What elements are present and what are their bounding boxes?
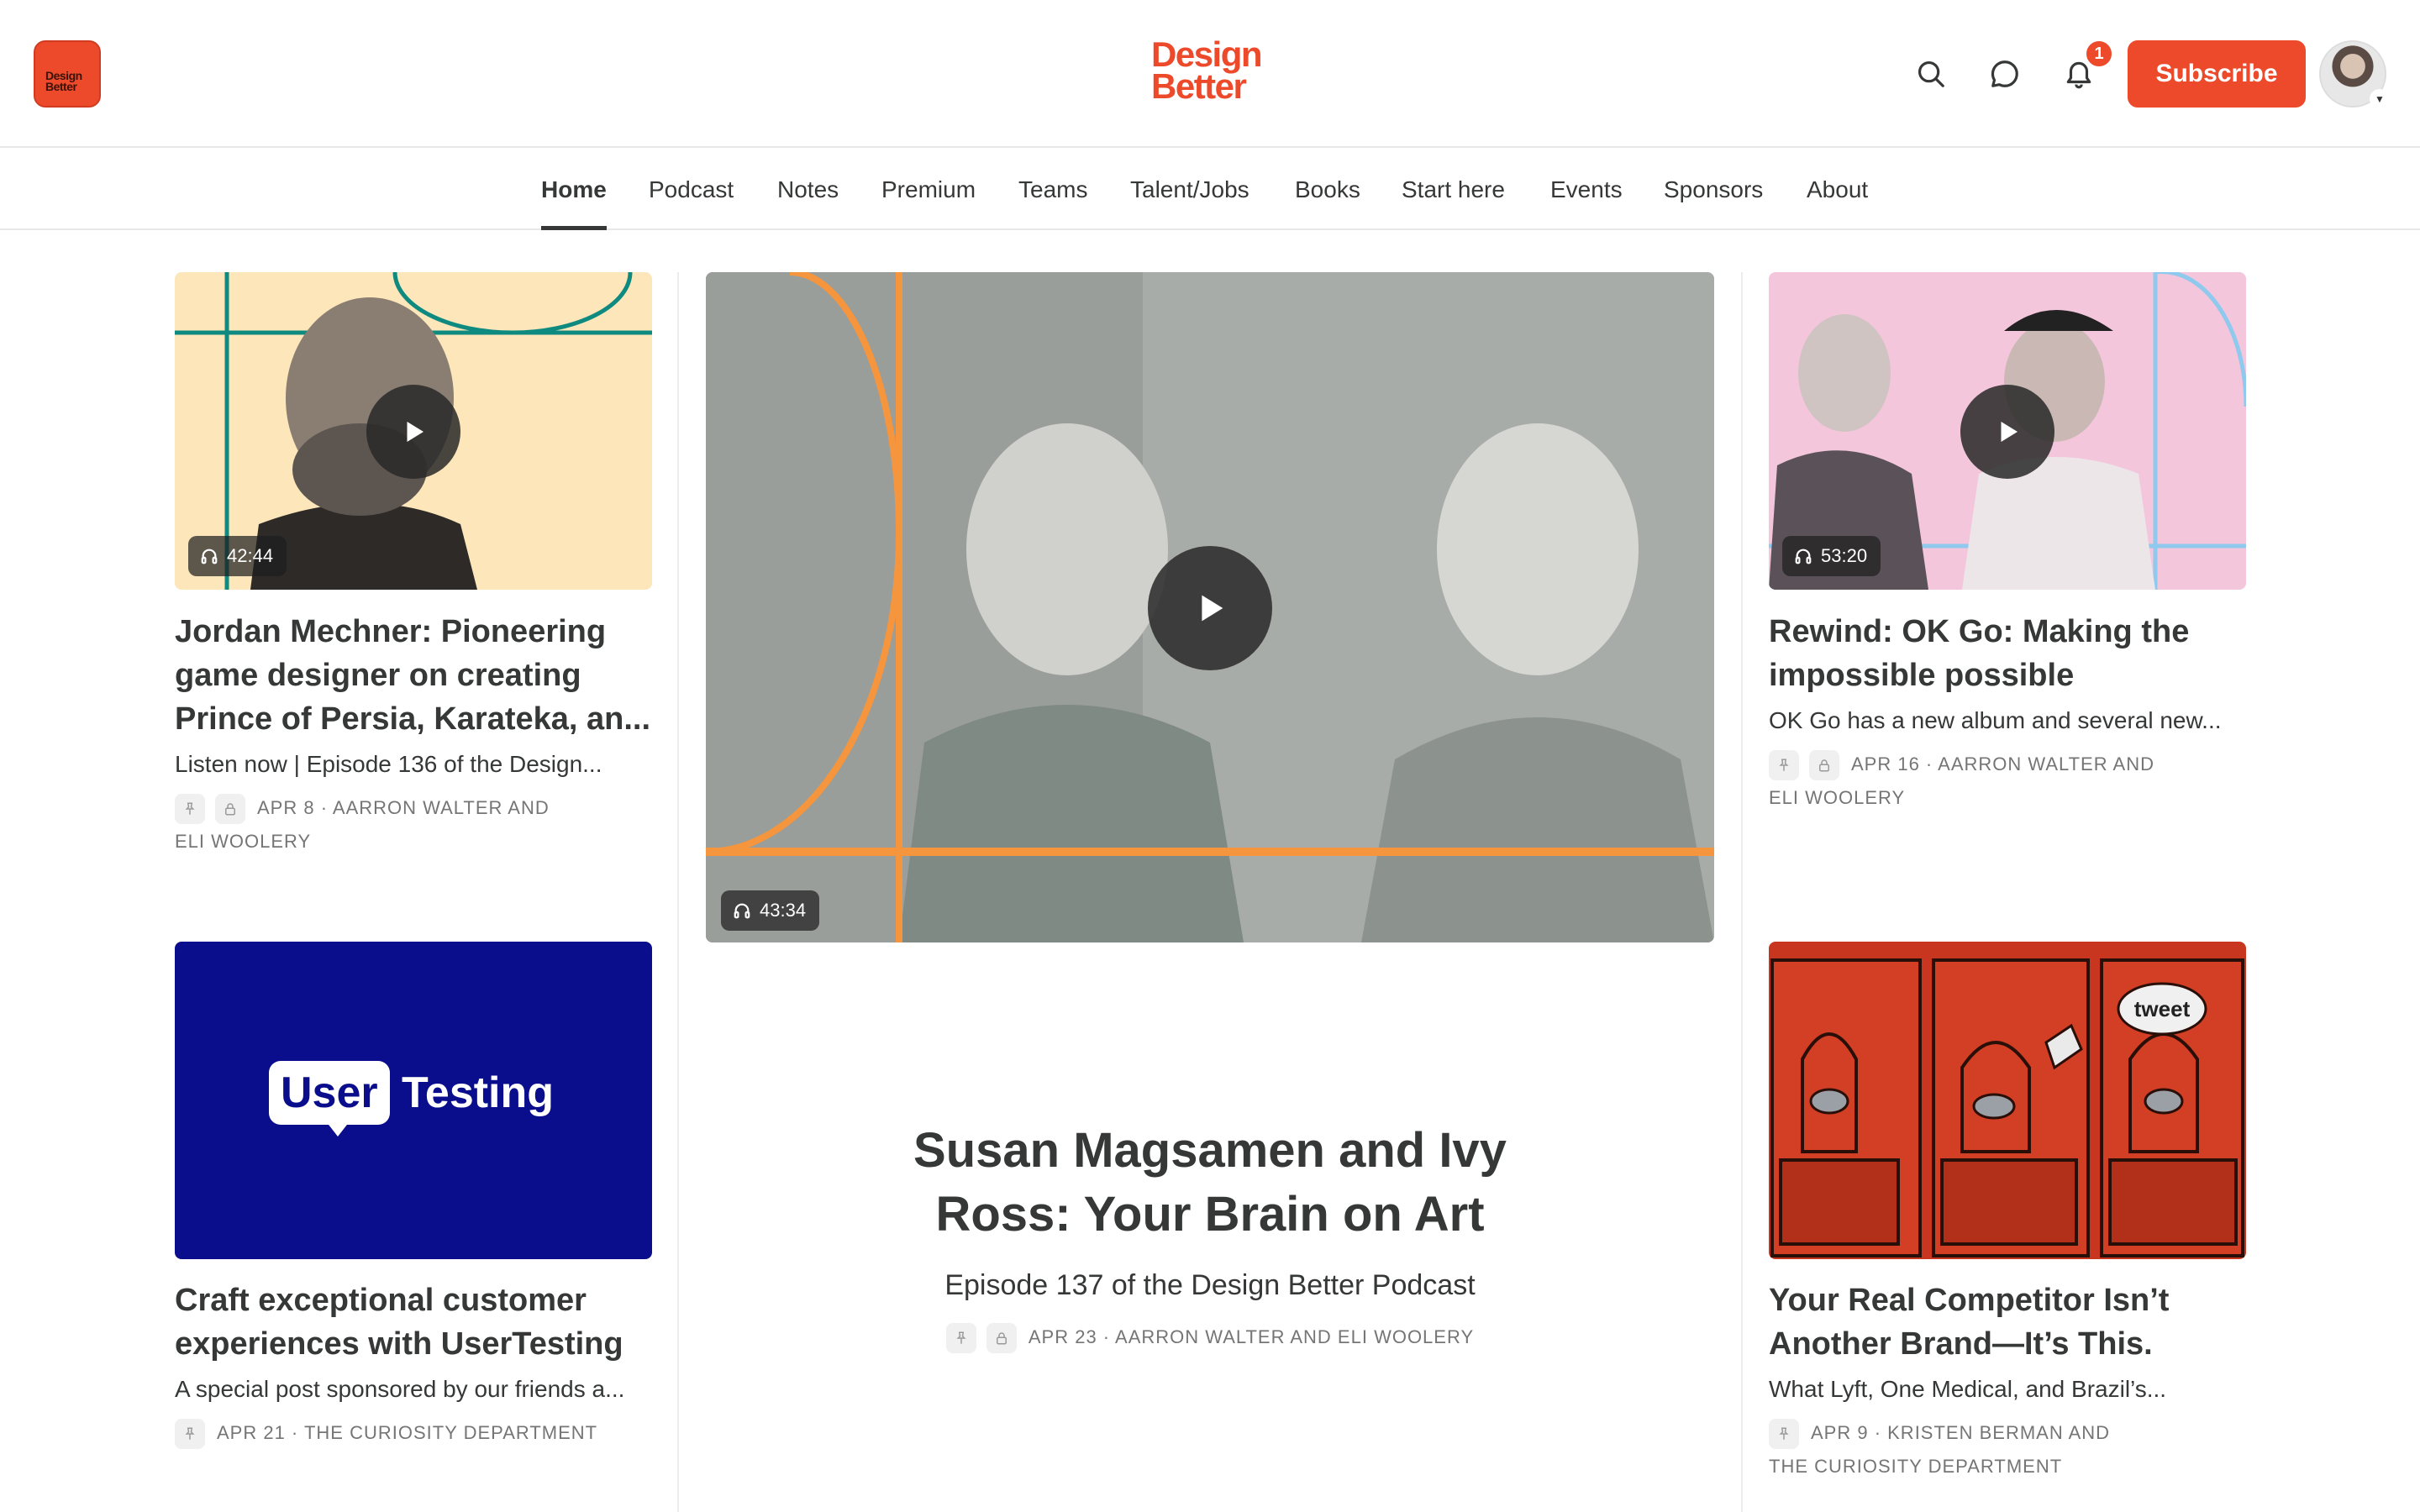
post-thumbnail-usertesting[interactable]: User Testing bbox=[175, 942, 652, 1259]
speech-bubble-tail bbox=[326, 1121, 350, 1137]
thumbnail-art bbox=[1770, 958, 2244, 1257]
pin-icon[interactable] bbox=[175, 794, 205, 825]
headphones-icon bbox=[734, 903, 750, 919]
site-logo[interactable]: Design Better bbox=[1151, 37, 1269, 106]
nav-premium[interactable]: Premium bbox=[881, 150, 976, 230]
play-button[interactable] bbox=[366, 385, 460, 479]
post-thumbnail-jordan-mechner[interactable]: 42:44 bbox=[175, 272, 652, 590]
post-subtitle: Listen now | Episode 136 of the Design..… bbox=[175, 751, 602, 777]
pin-icon[interactable] bbox=[1769, 750, 1799, 781]
chevron-down-icon[interactable]: ▼ bbox=[2370, 89, 2390, 109]
post-authors-cont: ELI WOOLERY bbox=[175, 831, 312, 852]
column-divider bbox=[677, 272, 679, 1512]
play-icon bbox=[2001, 422, 2018, 442]
nav-home[interactable]: Home bbox=[541, 150, 607, 230]
post-title[interactable]: Jordan Mechner: Pioneering game designer… bbox=[175, 610, 654, 741]
subscribe-button[interactable]: Subscribe bbox=[2128, 40, 2306, 108]
post-authors-cont: THE CURIOSITY DEPARTMENT bbox=[1769, 1456, 2063, 1477]
duration-badge: 43:34 bbox=[721, 890, 820, 931]
post-title[interactable]: Rewind: OK Go: Making the impossible pos… bbox=[1769, 610, 2248, 697]
lock-icon bbox=[986, 1323, 1017, 1354]
headphones-icon bbox=[201, 549, 218, 564]
nav-events[interactable]: Events bbox=[1550, 150, 1623, 230]
column-divider bbox=[1741, 272, 1743, 1512]
notification-badge: 1 bbox=[2084, 39, 2114, 69]
post-meta: APR 8 · AARRON WALTER AND ELI WOOLERY bbox=[175, 791, 654, 858]
post-subtitle: A special post sponsored by our friends … bbox=[175, 1376, 625, 1402]
nav-about[interactable]: About bbox=[1807, 150, 1868, 230]
post-date-authors: APR 8 · AARRON WALTER AND bbox=[257, 797, 550, 818]
top-bar: Design Better Design Better 1 Subscribe … bbox=[0, 0, 2420, 148]
post-date-authors: APR 16 · AARRON WALTER AND bbox=[1851, 753, 2154, 774]
duration-text: 43:34 bbox=[760, 900, 807, 921]
duration-badge: 42:44 bbox=[188, 536, 287, 576]
featured-post-meta: APR 23 · AARRON WALTER AND ELI WOOLERY bbox=[756, 1320, 1664, 1354]
chat-icon[interactable] bbox=[1985, 54, 2025, 94]
play-button[interactable] bbox=[1148, 546, 1272, 670]
logo-line-2: Better bbox=[1151, 66, 1247, 106]
lock-icon bbox=[1809, 750, 1839, 781]
tweet-bubble-text: tweet bbox=[2133, 996, 2191, 1021]
pin-icon[interactable] bbox=[1769, 1419, 1799, 1450]
nav-books[interactable]: Books bbox=[1295, 150, 1360, 230]
post-date-authors: APR 9 · KRISTEN BERMAN AND bbox=[1811, 1422, 2111, 1443]
post-thumbnail-ok-go[interactable]: 53:20 bbox=[1769, 272, 2246, 590]
headphones-icon bbox=[1795, 549, 1812, 564]
post-subtitle: What Lyft, One Medical, and Brazil’s... bbox=[1769, 1376, 2167, 1402]
play-button[interactable] bbox=[1960, 385, 2054, 479]
post-thumbnail-bird-cages[interactable]: tweet bbox=[1769, 942, 2246, 1259]
post-title[interactable]: Craft exceptional customer experiences w… bbox=[175, 1278, 654, 1366]
usertesting-logo-text: Testing bbox=[402, 1068, 555, 1117]
nav-notes[interactable]: Notes bbox=[777, 150, 839, 230]
duration-badge: 53:20 bbox=[1782, 536, 1881, 576]
lock-icon bbox=[215, 794, 245, 825]
duration-text: 53:20 bbox=[1821, 545, 1868, 566]
post-date-authors: APR 21 · THE CURIOSITY DEPARTMENT bbox=[217, 1422, 598, 1443]
site-icon-logo[interactable]: Design Better bbox=[34, 40, 101, 108]
site-icon-text: Design Better bbox=[45, 69, 82, 93]
post-meta: APR 16 · AARRON WALTER AND ELI WOOLERY bbox=[1769, 748, 2248, 815]
main-nav: Home Podcast Notes Premium Teams Talent/… bbox=[0, 150, 2420, 230]
nav-sponsors[interactable]: Sponsors bbox=[1664, 150, 1763, 230]
nav-podcast[interactable]: Podcast bbox=[649, 150, 734, 230]
post-meta: APR 9 · KRISTEN BERMAN AND THE CURIOSITY… bbox=[1769, 1416, 2248, 1483]
featured-post-title[interactable]: Susan Magsamen and Ivy Ross: Your Brain … bbox=[857, 1119, 1563, 1247]
usertesting-logo-bubble: User bbox=[269, 1061, 390, 1125]
post-thumbnail-brain-on-art[interactable]: 43:34 bbox=[706, 272, 1714, 942]
post-title[interactable]: Your Real Competitor Isn’t Another Brand… bbox=[1769, 1278, 2248, 1366]
nav-talent-jobs[interactable]: Talent/Jobs bbox=[1130, 150, 1249, 230]
duration-text: 42:44 bbox=[227, 545, 274, 566]
pin-icon[interactable] bbox=[945, 1323, 976, 1354]
post-subtitle: OK Go has a new album and several new... bbox=[1769, 707, 2222, 733]
pin-icon[interactable] bbox=[175, 1419, 205, 1450]
post-date-authors: APR 23 · AARRON WALTER AND ELI WOOLERY bbox=[1028, 1326, 1475, 1347]
post-meta: APR 21 · THE CURIOSITY DEPARTMENT bbox=[175, 1416, 654, 1450]
post-authors-cont: ELI WOOLERY bbox=[1769, 787, 1906, 808]
nav-teams[interactable]: Teams bbox=[1018, 150, 1087, 230]
nav-start-here[interactable]: Start here bbox=[1402, 150, 1505, 230]
play-icon bbox=[1202, 595, 1223, 622]
featured-post-subtitle: Episode 137 of the Design Better Podcast bbox=[944, 1269, 1476, 1301]
search-icon[interactable] bbox=[1911, 54, 1951, 94]
play-icon bbox=[407, 422, 424, 442]
